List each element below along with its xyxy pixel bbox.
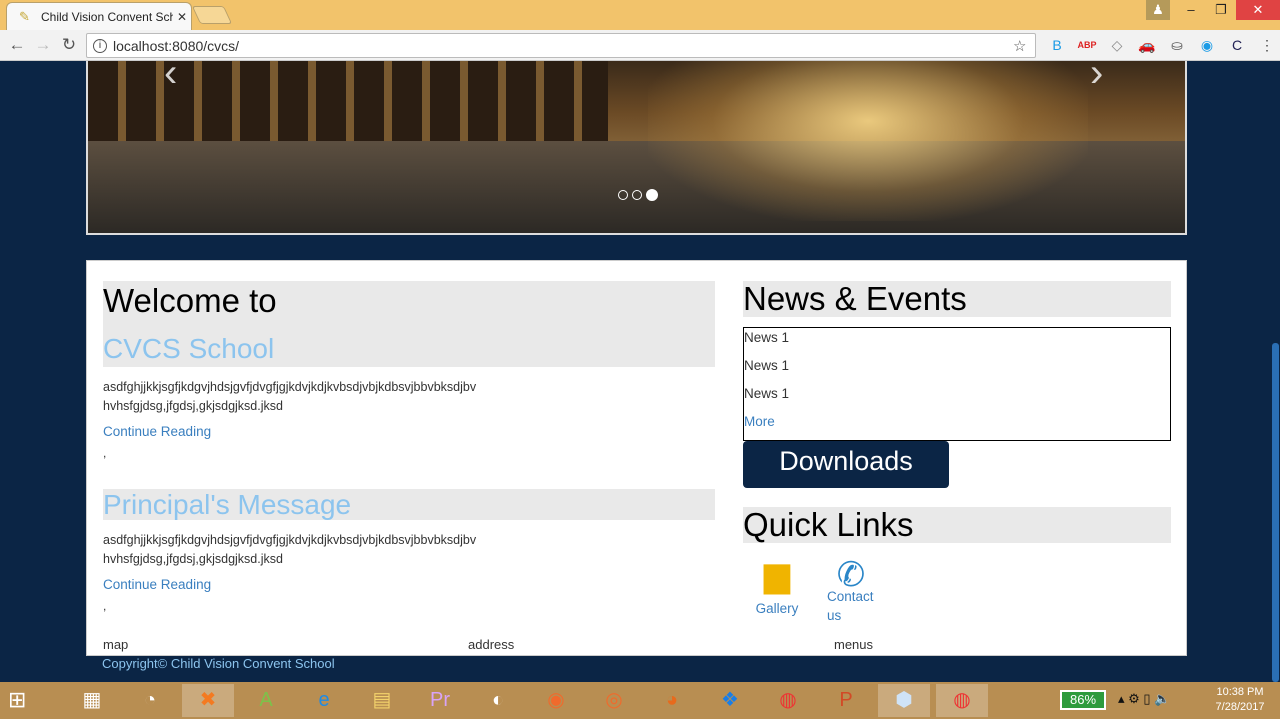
- principal-paragraph-line2: hvhsfgjdsg,jfgdsj,gkjsdgjksd.jksd: [103, 552, 283, 566]
- carousel-next-icon[interactable]: ›: [1090, 61, 1103, 93]
- url-bar[interactable]: i localhost:8080/cvcs/ ☆: [86, 33, 1036, 58]
- page-scrollbar[interactable]: [1270, 61, 1280, 682]
- news-more-link[interactable]: More: [744, 414, 775, 429]
- contact-label-line2[interactable]: us: [827, 606, 875, 625]
- browser-tab-strip: ✎ Child Vision Convent Sch ✕ ♟ – ❐ ✕: [0, 0, 1280, 30]
- extension-car-icon[interactable]: 🚗: [1132, 36, 1162, 54]
- principal-comma: ,: [103, 599, 107, 613]
- minimize-button[interactable]: –: [1176, 0, 1206, 20]
- battery-indicator[interactable]: 86%: [1060, 690, 1106, 710]
- menu-kebab-icon[interactable]: ⋮: [1252, 36, 1280, 54]
- tab-title: Child Vision Convent Sch: [41, 9, 173, 24]
- carousel-dot-2[interactable]: [632, 190, 642, 200]
- taskbar-powerpoint-icon[interactable]: P: [820, 684, 872, 717]
- welcome-paragraph-line1: asdfghjjkkjsgfjkdgvjhdsjgvfjdvgfjgjkdvjk…: [103, 380, 477, 394]
- news-item[interactable]: News 1: [744, 386, 789, 401]
- clock-time: 10:38 PM: [1216, 686, 1264, 698]
- image-carousel: ‹ ›: [86, 61, 1187, 235]
- taskbar-ie-icon[interactable]: e: [298, 684, 350, 717]
- address-toolbar: ← → ↻ i localhost:8080/cvcs/ ☆ B ABP ◇ 🚗…: [0, 30, 1280, 61]
- forward-arrow-icon[interactable]: →: [32, 34, 54, 56]
- gallery-label[interactable]: Gallery: [755, 599, 799, 618]
- footer-menus: menus: [834, 637, 874, 652]
- quick-links-header: Quick Links: [743, 507, 1171, 543]
- taskbar-dropbox-icon[interactable]: ❖: [704, 684, 756, 717]
- main-content-panel: Welcome to CVCS School asdfghjjkkjsgfjkd…: [86, 260, 1187, 656]
- taskbar-xampp-icon[interactable]: ✖: [182, 684, 234, 717]
- back-arrow-icon[interactable]: ←: [6, 34, 28, 56]
- carousel-prev-icon[interactable]: ‹: [164, 61, 177, 93]
- windows-start-icon[interactable]: ⊞: [8, 688, 26, 712]
- clock-date: 7/28/2017: [1215, 701, 1265, 713]
- site-favicon-icon: ✎: [19, 8, 30, 24]
- extension-toolbar: B ABP ◇ 🚗 ⛀ ◉ C ⋮: [1042, 36, 1280, 54]
- news-header: News & Events: [743, 281, 1171, 317]
- taskbar-camera-icon[interactable]: ◎: [588, 684, 640, 717]
- system-tray-icons[interactable]: ▴ ⚙ ▯ 🔈: [1118, 691, 1170, 707]
- url-text[interactable]: localhost:8080/cvcs/: [113, 38, 1013, 54]
- welcome-header: Welcome to CVCS School: [103, 281, 715, 367]
- site-info-icon[interactable]: i: [93, 38, 107, 53]
- close-window-button[interactable]: ✕: [1236, 0, 1280, 20]
- contact-label-line1[interactable]: Contact: [827, 587, 875, 606]
- bookmark-star-icon[interactable]: ☆: [1013, 37, 1035, 55]
- principal-paragraph: asdfghjjkkjsgfjkdgvjhdsjgvfjdvgfjgjkdvjk…: [103, 531, 703, 569]
- clock[interactable]: 10:38 PM 7/28/2017: [1214, 685, 1266, 715]
- reload-icon[interactable]: ↻: [58, 34, 80, 56]
- windows-taskbar: ⊞ ▦ ◔ ✖ A e ▤ Pr ◐ ◉ ◎ ◕ ❖ ◍ P ⬢ ◍ 86% ▴…: [0, 682, 1280, 719]
- extension-cube-icon[interactable]: ◇: [1102, 36, 1132, 54]
- folder-icon[interactable]: ▆: [755, 555, 799, 595]
- welcome-continue-reading-link[interactable]: Continue Reading: [103, 424, 211, 439]
- copyright-text: Copyright© Child Vision Convent School: [102, 656, 335, 671]
- taskbar-chrome-icon[interactable]: ◍: [762, 684, 814, 717]
- adblock-icon[interactable]: ABP: [1072, 36, 1102, 54]
- restore-button[interactable]: ❐: [1206, 0, 1236, 20]
- principal-heading: Principal's Message: [103, 489, 352, 520]
- news-item[interactable]: News 1: [744, 358, 789, 373]
- welcome-paragraph-line2: hvhsfgjdsg,jfgdsj,gkjsdgjksd.jksd: [103, 399, 283, 413]
- taskbar-compass-icon[interactable]: ◔: [124, 684, 176, 717]
- school-name-heading: CVCS School: [103, 333, 275, 364]
- extension-b-icon[interactable]: B: [1042, 36, 1072, 54]
- welcome-heading: Welcome to: [103, 282, 277, 319]
- welcome-paragraph: asdfghjjkkjsgfjkdgvjhdsjgvfjdvgfjgjkdvjk…: [103, 378, 703, 416]
- taskbar-firefox-icon[interactable]: ◕: [646, 684, 698, 717]
- extension-database-icon[interactable]: ⛀: [1162, 36, 1192, 54]
- carousel-image-glow: [648, 61, 1088, 221]
- extension-c-icon[interactable]: C: [1222, 36, 1252, 54]
- window-controls: ♟ – ❐ ✕: [1146, 0, 1280, 22]
- extension-shield-icon[interactable]: ◉: [1192, 36, 1222, 54]
- news-list: News 1 News 1 News 1 More: [743, 327, 1171, 441]
- scrollbar-thumb[interactable]: [1272, 343, 1279, 682]
- carousel-dot-1[interactable]: [618, 190, 628, 200]
- taskbar-screen-recorder-icon[interactable]: ◉: [530, 684, 582, 717]
- news-heading: News & Events: [743, 280, 967, 317]
- welcome-comma: ,: [103, 446, 107, 460]
- quick-links-heading: Quick Links: [743, 506, 914, 543]
- gallery-link[interactable]: ▆ Gallery: [755, 555, 799, 618]
- taskbar-virtualbox-icon[interactable]: ⬢: [878, 684, 930, 717]
- taskbar-chrome-active-icon[interactable]: ◍: [936, 684, 988, 717]
- carousel-indicators: [618, 189, 658, 201]
- principal-paragraph-line1: asdfghjjkkjsgfjkdgvjhdsjgvfjdvgfjgjkdvjk…: [103, 533, 477, 547]
- principal-header: Principal's Message: [103, 489, 715, 520]
- profile-icon[interactable]: ♟: [1146, 0, 1170, 20]
- taskbar-file-explorer-icon[interactable]: ▤: [356, 684, 408, 717]
- taskbar-android-studio-icon[interactable]: A: [240, 684, 292, 717]
- principal-continue-reading-link[interactable]: Continue Reading: [103, 577, 211, 592]
- footer-address: address: [468, 637, 515, 652]
- tab-close-icon[interactable]: ✕: [173, 10, 191, 24]
- news-item[interactable]: News 1: [744, 330, 789, 345]
- taskbar-premiere-icon[interactable]: Pr: [414, 684, 466, 717]
- downloads-button[interactable]: Downloads: [743, 441, 949, 488]
- new-tab-button[interactable]: [191, 6, 233, 24]
- carousel-dot-3[interactable]: [646, 189, 658, 201]
- taskbar-media-player-icon[interactable]: ◐: [472, 684, 524, 717]
- contact-link[interactable]: ✆ Contact us: [827, 555, 875, 625]
- browser-tab[interactable]: ✎ Child Vision Convent Sch ✕: [6, 2, 192, 30]
- footer-map: map: [103, 637, 129, 652]
- taskbar-control-panel-icon[interactable]: ▦: [66, 684, 118, 717]
